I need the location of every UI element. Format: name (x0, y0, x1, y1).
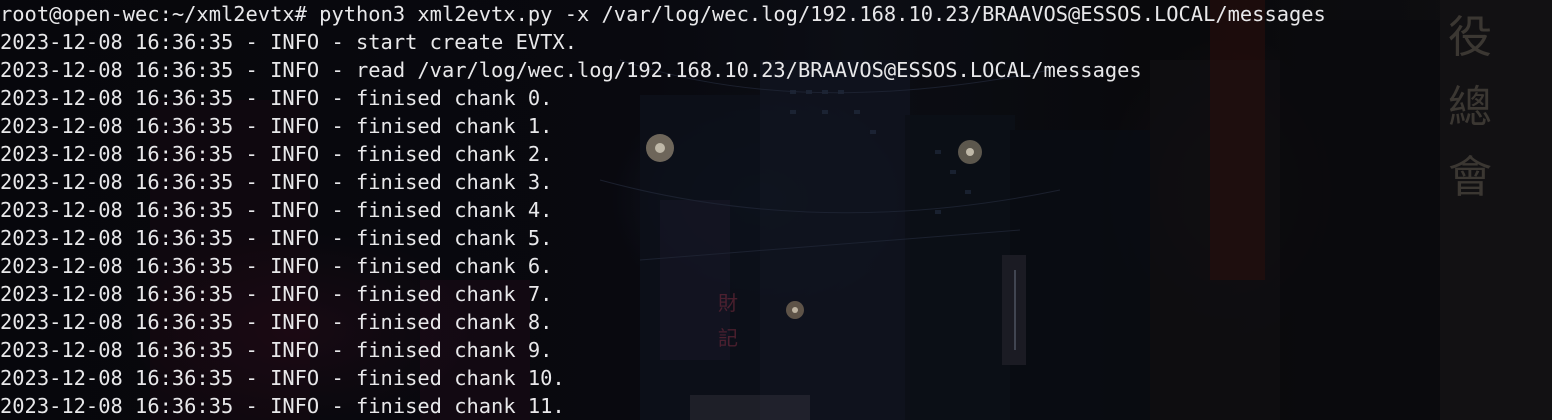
log-line: 2023-12-08 16:36:35 - INFO - finised cha… (0, 142, 553, 166)
log-line: 2023-12-08 16:36:35 - INFO - finised cha… (0, 114, 553, 138)
log-line: 2023-12-08 16:36:35 - INFO - finised cha… (0, 86, 553, 110)
log-line: 2023-12-08 16:36:35 - INFO - finised cha… (0, 366, 565, 390)
log-line: 2023-12-08 16:36:35 - INFO - finised cha… (0, 170, 553, 194)
log-line: 2023-12-08 16:36:35 - INFO - finised cha… (0, 282, 553, 306)
log-line: 2023-12-08 16:36:35 - INFO - finised cha… (0, 338, 553, 362)
log-line: 2023-12-08 16:36:35 - INFO - finised cha… (0, 254, 553, 278)
command-text: python3 xml2evtx.py -x /var/log/wec.log/… (306, 2, 1326, 26)
terminal-output[interactable]: root@open-wec:~/xml2evtx# python3 xml2ev… (0, 0, 1326, 420)
log-line: 2023-12-08 16:36:35 - INFO - read /var/l… (0, 58, 1142, 82)
command-line: root@open-wec:~/xml2evtx# python3 xml2ev… (0, 0, 1326, 28)
log-line: 2023-12-08 16:36:35 - INFO - finised cha… (0, 198, 553, 222)
log-line: 2023-12-08 16:36:35 - INFO - finised cha… (0, 226, 553, 250)
log-line: 2023-12-08 16:36:35 - INFO - start creat… (0, 30, 577, 54)
terminal-window[interactable]: 役 總 會 財 記 root@open-wec:~/xml2evtx# pyth… (0, 0, 1552, 420)
shell-prompt: root@open-wec:~/xml2evtx# (0, 2, 307, 26)
log-line: 2023-12-08 16:36:35 - INFO - finised cha… (0, 310, 553, 334)
log-line: 2023-12-08 16:36:35 - INFO - finised cha… (0, 394, 565, 418)
